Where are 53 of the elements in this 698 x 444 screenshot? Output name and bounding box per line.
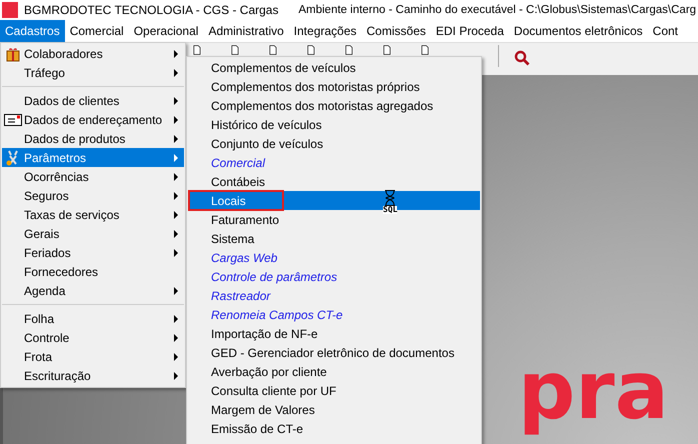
menu-item[interactable]: Fornecedores	[2, 262, 184, 281]
window-title: BGMRODOTEC TECNOLOGIA - CGS - Cargas	[24, 3, 278, 17]
menu-item[interactable]: Dados de produtos	[2, 129, 184, 148]
menu-item[interactable]: Controle	[2, 328, 184, 347]
submenu-item[interactable]: Histórico de veículos	[188, 115, 480, 134]
menu-item[interactable]: Dados de endereçamento	[2, 110, 184, 129]
submenu-item[interactable]: Emissão de CT-e	[188, 419, 480, 438]
menu-item[interactable]: Tráfego	[2, 63, 184, 82]
menu-item[interactable]: Folha	[2, 309, 184, 328]
menu-bar-item[interactable]: Integrações	[288, 20, 362, 42]
submenu-item[interactable]: Sistema	[188, 229, 480, 248]
menu-bar-item[interactable]: EDI Proceda	[430, 20, 509, 42]
menu-bar-item[interactable]: Cadastros	[0, 20, 65, 42]
menu-bar-item[interactable]: Administrativo	[203, 20, 289, 42]
submenu-item[interactable]: Comercial	[188, 153, 480, 172]
gift-icon	[5, 46, 21, 62]
menu-item[interactable]: Frota	[2, 347, 184, 366]
logo-text: pra	[518, 345, 669, 437]
menu-item[interactable]: Agenda	[2, 281, 184, 300]
submenu-item[interactable]: Controle de parâmetros	[188, 267, 480, 286]
menu-item[interactable]: Dados de clientes	[2, 91, 184, 110]
app-logo-icon	[2, 2, 18, 18]
menu-item[interactable]: Taxas de serviços	[2, 205, 184, 224]
submenu-item[interactable]: Averbação por cliente	[188, 362, 480, 381]
submenu-item[interactable]: GED - Gerenciador eletrônico de documentos	[188, 343, 480, 362]
submenu-item[interactable]: Contábeis	[188, 172, 480, 191]
submenu-item[interactable]: Conjunto de veículos	[188, 134, 480, 153]
envelope-icon	[4, 114, 22, 126]
window-subtitle: Ambiente interno - Caminho do executável - C:\Globus\Sistemas\Cargas\Carg	[298, 4, 696, 16]
menu-bar-item[interactable]: Documentos eletrônicos	[508, 20, 648, 42]
submenu-item[interactable]: Renomeia Campos CT-e	[188, 305, 480, 324]
menu-bar-item[interactable]: Operacional	[128, 20, 204, 42]
menu-item[interactable]: Seguros	[2, 186, 184, 205]
submenu-item[interactable]: Rastreador	[188, 286, 480, 305]
submenu-item[interactable]: Complementos dos motoristas próprios	[188, 77, 480, 96]
submenu-item[interactable]: Cargas Web	[188, 248, 480, 267]
cursor-label: SQL	[383, 206, 398, 214]
menu-item[interactable]: Parâmetros	[2, 148, 184, 167]
menu-item[interactable]: Ocorrências	[2, 167, 184, 186]
submenu-item[interactable]: Consulta cliente por UF	[188, 381, 480, 400]
search-icon[interactable]	[514, 50, 530, 66]
hourglass-icon	[384, 190, 396, 206]
submenu-item[interactable]: Margem de Valores	[188, 400, 480, 419]
submenu-item[interactable]: Importação de NF-e	[188, 324, 480, 343]
menu-item[interactable]: Escrituração	[2, 366, 184, 385]
submenu-item[interactable]: Complementos dos motoristas agregados	[188, 96, 480, 115]
menu-item[interactable]: Feriados	[2, 243, 184, 262]
menu-bar-item[interactable]: Comissões	[362, 20, 431, 42]
menu-bar-item[interactable]: Cont	[648, 20, 684, 42]
menu-item[interactable]: Colaboradores	[2, 44, 184, 63]
submenu-item[interactable]: Complementos de veículos	[188, 58, 480, 77]
menu-item[interactable]: Gerais	[2, 224, 184, 243]
menu-bar-item[interactable]: Comercial	[64, 20, 129, 42]
